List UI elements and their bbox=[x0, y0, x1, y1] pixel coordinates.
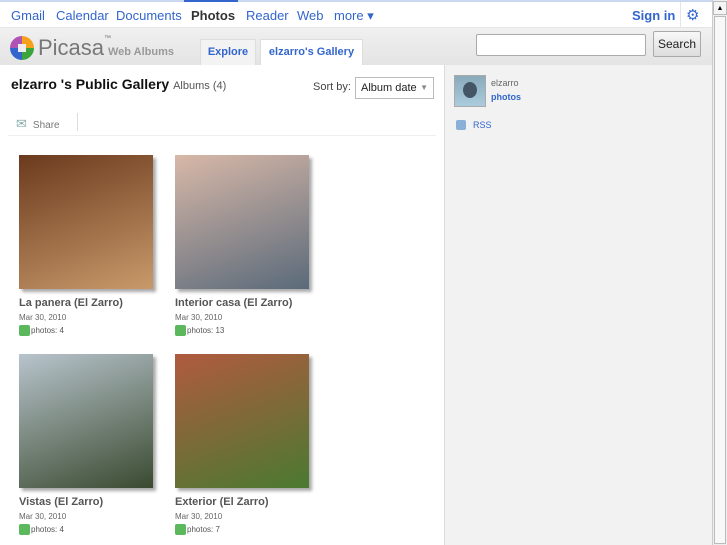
envelope-icon: ✉ bbox=[16, 116, 27, 131]
scroll-up-arrow-icon[interactable]: ▲ bbox=[713, 1, 727, 15]
username: elzarro bbox=[491, 78, 519, 88]
albums-count: Albums (4) bbox=[173, 80, 227, 92]
divider bbox=[77, 113, 78, 131]
divider bbox=[8, 135, 436, 136]
nav-photos[interactable]: Photos bbox=[191, 8, 235, 23]
nav-reader[interactable]: Reader bbox=[246, 8, 289, 23]
tab-explore[interactable]: Explore bbox=[200, 39, 256, 66]
album-title[interactable]: La panera (El Zarro) bbox=[19, 297, 169, 309]
public-globe-icon bbox=[19, 524, 30, 535]
album-cover[interactable] bbox=[175, 155, 309, 289]
nav-more[interactable]: more ▾ bbox=[334, 8, 374, 24]
album-photo-count: photos: 4 bbox=[19, 524, 169, 535]
photo-count-text: photos: 13 bbox=[187, 326, 225, 335]
album-cover[interactable] bbox=[19, 354, 153, 488]
rss-icon[interactable] bbox=[456, 120, 466, 130]
nav-calendar[interactable]: Calendar bbox=[56, 8, 109, 23]
picasa-logo-icon[interactable] bbox=[10, 36, 34, 60]
album-card[interactable]: Vistas (El Zarro) Mar 30, 2010 photos: 4 bbox=[19, 354, 169, 535]
scrollbar[interactable]: ▲ bbox=[712, 0, 727, 545]
album-date: Mar 30, 2010 bbox=[175, 313, 223, 322]
album-card[interactable]: Interior casa (El Zarro) Mar 30, 2010 ph… bbox=[175, 155, 325, 336]
public-globe-icon bbox=[175, 524, 186, 535]
album-date: Mar 30, 2010 bbox=[19, 512, 67, 521]
album-photo-count: photos: 13 bbox=[175, 325, 325, 336]
divider bbox=[680, 2, 681, 28]
album-date: Mar 30, 2010 bbox=[19, 313, 67, 322]
album-title[interactable]: Exterior (El Zarro) bbox=[175, 496, 325, 508]
search-button[interactable]: Search bbox=[653, 31, 701, 57]
album-card[interactable]: Exterior (El Zarro) Mar 30, 2010 photos:… bbox=[175, 354, 325, 535]
photos-link[interactable]: photos bbox=[491, 92, 521, 102]
photo-count-text: photos: 4 bbox=[31, 525, 64, 534]
web-albums-label: Web Albums bbox=[108, 46, 175, 58]
sort-select[interactable]: Album date ▼ bbox=[355, 77, 434, 99]
sort-label: Sort by: bbox=[313, 81, 351, 93]
picasa-brand[interactable]: Picasa™ bbox=[38, 35, 111, 61]
active-indicator bbox=[184, 0, 238, 2]
gear-icon[interactable]: ⚙ bbox=[686, 8, 699, 23]
chevron-down-icon: ▼ bbox=[420, 83, 428, 92]
public-globe-icon bbox=[19, 325, 30, 336]
photo-count-text: photos: 4 bbox=[31, 326, 64, 335]
nav-documents[interactable]: Documents bbox=[116, 8, 182, 23]
album-card[interactable]: La panera (El Zarro) Mar 30, 2010 photos… bbox=[19, 155, 169, 336]
avatar[interactable] bbox=[454, 75, 486, 107]
share-button[interactable]: ✉ Share bbox=[16, 116, 60, 132]
album-cover[interactable] bbox=[19, 155, 153, 289]
album-photo-count: photos: 7 bbox=[175, 524, 325, 535]
sign-in-link[interactable]: Sign in bbox=[632, 8, 675, 23]
google-bar: Gmail Calendar Documents Photos Reader W… bbox=[0, 0, 712, 28]
scrollbar-thumb[interactable] bbox=[714, 16, 726, 544]
rss-link[interactable]: RSS bbox=[473, 120, 492, 130]
photo-count-text: photos: 7 bbox=[187, 525, 220, 534]
album-date: Mar 30, 2010 bbox=[175, 512, 223, 521]
nav-gmail[interactable]: Gmail bbox=[11, 8, 45, 23]
public-globe-icon bbox=[175, 325, 186, 336]
page-title: elzarro 's Public Gallery Albums (4) bbox=[11, 76, 227, 92]
sidebar: elzarro photos RSS bbox=[444, 65, 712, 545]
nav-web[interactable]: Web bbox=[297, 8, 324, 23]
album-photo-count: photos: 4 bbox=[19, 325, 169, 336]
album-cover[interactable] bbox=[175, 354, 309, 488]
album-title[interactable]: Vistas (El Zarro) bbox=[19, 496, 169, 508]
gallery-main: elzarro 's Public Gallery Albums (4) Sor… bbox=[0, 65, 444, 545]
album-title[interactable]: Interior casa (El Zarro) bbox=[175, 297, 325, 309]
search-input[interactable] bbox=[476, 34, 646, 56]
tab-gallery[interactable]: elzarro's Gallery bbox=[260, 39, 363, 66]
